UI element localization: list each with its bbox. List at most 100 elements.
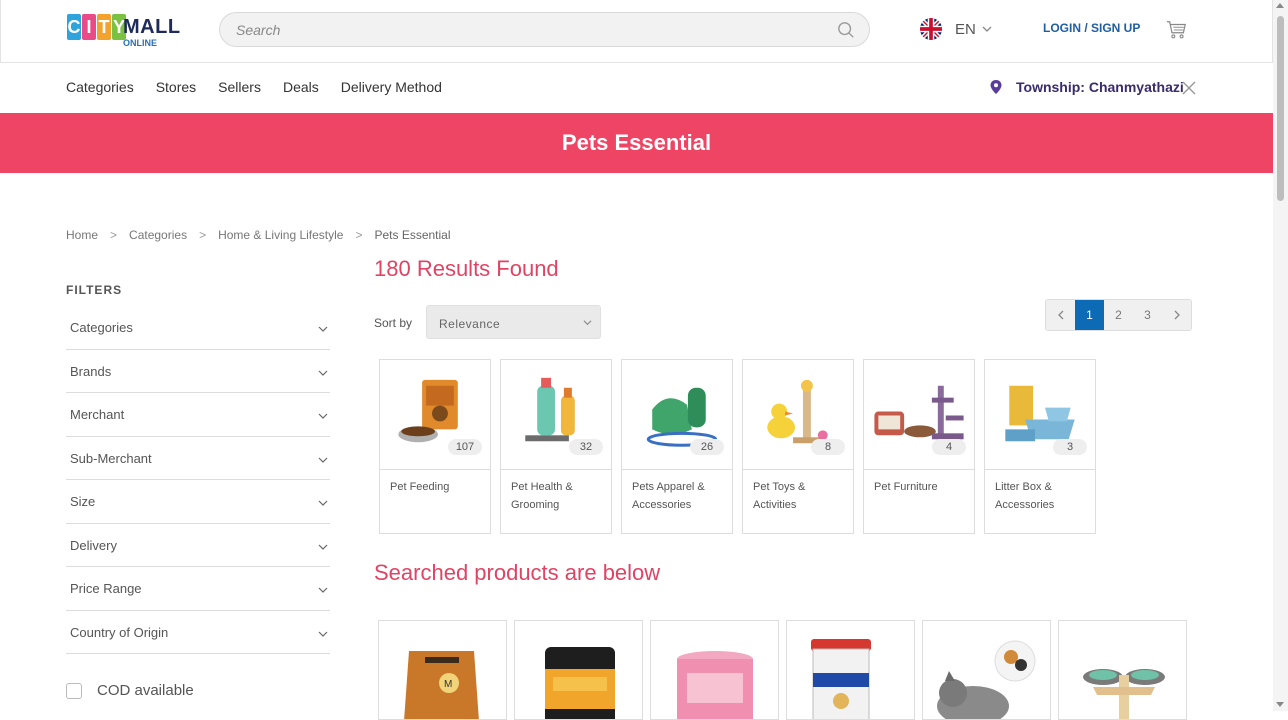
chevron-down-icon	[318, 370, 328, 376]
close-icon[interactable]	[1182, 81, 1196, 95]
chevron-down-icon	[318, 457, 328, 463]
product-card[interactable]	[514, 620, 643, 720]
cod-checkbox[interactable]	[66, 682, 82, 699]
breadcrumb-separator: >	[110, 228, 118, 242]
subcategory-count: 4	[932, 439, 966, 455]
chevron-down-icon	[318, 631, 328, 637]
product-image: M	[404, 651, 479, 719]
breadcrumb-home[interactable]: Home	[66, 228, 98, 242]
pagination-prev[interactable]	[1046, 300, 1075, 330]
nav-categories[interactable]: Categories	[66, 79, 134, 95]
filter-label: Brands	[70, 363, 112, 379]
subcategory-card[interactable]: 32 Pet Health & Grooming	[500, 359, 612, 534]
sort-value: Relevance	[439, 317, 501, 331]
breadcrumb-home-living[interactable]: Home & Living Lifestyle	[218, 228, 343, 242]
subcategory-name: Pet Furniture	[874, 481, 938, 493]
scroll-down-icon[interactable]	[1276, 702, 1284, 707]
breadcrumb-separator: >	[199, 228, 207, 242]
pagination-next[interactable]	[1162, 300, 1191, 330]
cart-icon[interactable]	[1166, 19, 1188, 41]
breadcrumb-categories[interactable]: Categories	[129, 228, 187, 242]
top-header: CITY MALL ONLINE EN LOGIN / SIGN UP	[0, 0, 1273, 63]
chevron-down-icon	[318, 587, 328, 593]
filter-categories[interactable]: Categories	[66, 306, 330, 350]
subcategory-card[interactable]: 3 Litter Box & Accessories	[984, 359, 1096, 534]
main-nav: Categories Stores Sellers Deals Delivery…	[66, 79, 464, 95]
filter-size[interactable]: Size	[66, 480, 330, 524]
cod-filter[interactable]: COD available	[66, 682, 194, 699]
sort-label: Sort by	[374, 316, 413, 330]
filter-merchant[interactable]: Merchant	[66, 393, 330, 437]
product-card[interactable]	[1058, 620, 1187, 720]
filter-brands[interactable]: Brands	[66, 350, 330, 393]
chevron-down-icon	[982, 26, 992, 32]
chevron-down-icon	[318, 326, 328, 332]
sort-dropdown[interactable]: Relevance	[426, 305, 601, 339]
scroll-thumb[interactable]	[1277, 16, 1284, 201]
filter-label: Country of Origin	[70, 624, 169, 640]
subcategory-list: 107 Pet Feeding 32 Pet Health & Grooming…	[379, 359, 1105, 534]
product-image	[1083, 669, 1165, 719]
chevron-down-icon	[318, 500, 328, 506]
page-2[interactable]: 2	[1104, 300, 1133, 330]
filter-label: Price Range	[70, 581, 142, 596]
subcategory-name: Litter Box & Accessories	[995, 481, 1055, 511]
scroll-up-icon[interactable]	[1276, 3, 1284, 8]
logo-city: CITY	[67, 14, 127, 40]
product-card[interactable]	[786, 620, 915, 720]
svg-text:M: M	[444, 679, 452, 690]
product-image	[545, 647, 615, 719]
product-image	[677, 651, 753, 719]
page-3[interactable]: 3	[1133, 300, 1162, 330]
subcategory-count: 26	[690, 439, 724, 455]
product-card[interactable]	[650, 620, 779, 720]
results-count: 180 Results Found	[374, 256, 559, 281]
search-icon[interactable]	[837, 21, 855, 39]
filter-delivery[interactable]: Delivery	[66, 524, 330, 567]
language-selector[interactable]: EN	[920, 17, 992, 41]
cod-label: COD available	[97, 682, 194, 699]
searched-products-heading: Searched products are below	[374, 560, 661, 585]
filter-list: Categories Brands Merchant Sub-Merchant …	[66, 306, 330, 654]
product-card[interactable]: M	[378, 620, 507, 720]
nav-deals[interactable]: Deals	[283, 79, 319, 95]
logo-mall: MALL	[123, 16, 181, 38]
filter-country-of-origin[interactable]: Country of Origin	[66, 611, 330, 654]
township-selector[interactable]: Township: Chanmyathazi	[989, 79, 1184, 95]
chevron-down-icon	[318, 413, 328, 419]
page-1[interactable]: 1	[1075, 300, 1104, 330]
filter-label: Sub-Merchant	[70, 450, 152, 466]
search-bar[interactable]	[219, 12, 870, 47]
chevron-down-icon	[583, 320, 592, 326]
subcategory-count: 107	[448, 439, 482, 455]
subcategory-card[interactable]: 4 Pet Furniture	[863, 359, 975, 534]
filter-label: Categories	[70, 320, 133, 335]
breadcrumb-separator: >	[355, 228, 363, 242]
filter-label: Size	[70, 494, 96, 509]
search-input[interactable]	[236, 19, 816, 41]
subcategory-card[interactable]: 8 Pet Toys & Activities	[742, 359, 854, 534]
nav-stores[interactable]: Stores	[156, 79, 196, 95]
subcategory-card[interactable]: 107 Pet Feeding	[379, 359, 491, 534]
filter-price-range[interactable]: Price Range	[66, 567, 330, 611]
subcategory-count: 8	[811, 439, 845, 455]
township-label: Township: Chanmyathazi	[1016, 79, 1184, 95]
filter-sub-merchant[interactable]: Sub-Merchant	[66, 437, 330, 480]
subcategory-count: 32	[569, 439, 603, 455]
language-label: EN	[955, 20, 976, 38]
uk-flag-icon	[920, 18, 942, 40]
nav-sellers[interactable]: Sellers	[218, 79, 261, 95]
chevron-left-icon	[1057, 310, 1063, 320]
subcategory-name: Pet Feeding	[390, 481, 450, 493]
citymall-logo[interactable]: CITY MALL ONLINE	[67, 12, 180, 52]
page-title: Pets Essential	[561, 130, 712, 155]
nav-delivery-method[interactable]: Delivery Method	[341, 79, 442, 95]
product-card[interactable]	[922, 620, 1051, 720]
product-grid: M	[378, 620, 1194, 720]
breadcrumb: Home > Categories > Home & Living Lifest…	[66, 228, 451, 242]
page-scrollbar[interactable]	[1273, 0, 1288, 711]
subcategory-card[interactable]: 26 Pets Apparel & Accessories	[621, 359, 733, 534]
filters-heading: FILTERS	[66, 283, 123, 297]
logo-online: ONLINE	[123, 38, 158, 48]
login-signup-link[interactable]: LOGIN / SIGN UP	[1043, 21, 1140, 35]
